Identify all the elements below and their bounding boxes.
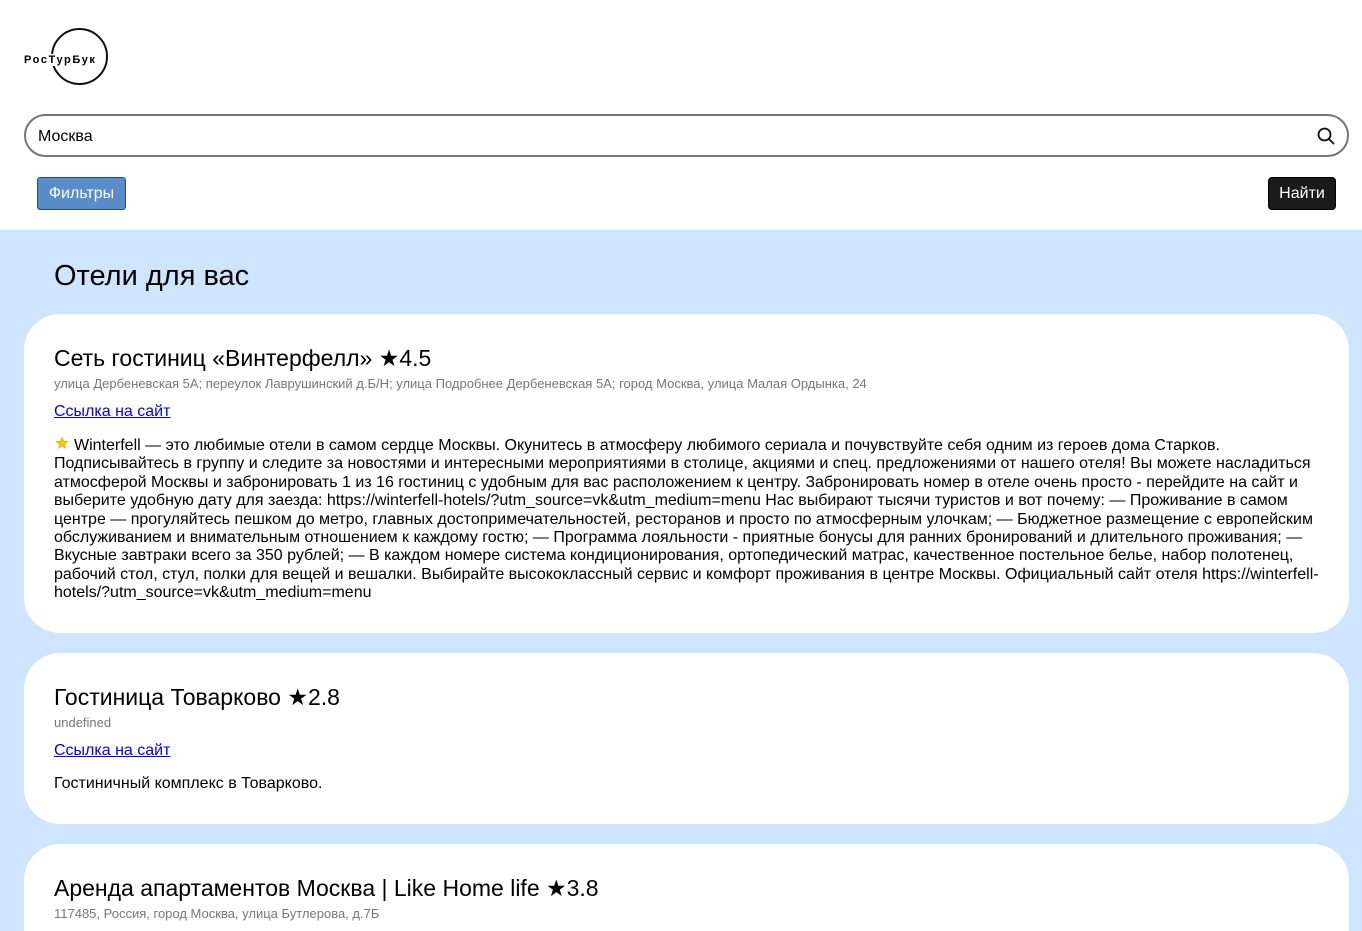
search-input[interactable]	[36, 116, 1310, 157]
hotel-description-text: Winterfell — это любимые отели в самом с…	[54, 437, 1319, 602]
star-icon	[55, 436, 69, 449]
hotel-website-link[interactable]: Ссылка на сайт	[54, 741, 170, 761]
logo[interactable]: РосТурБук	[23, 28, 108, 90]
section-title: Отели для вас	[54, 260, 250, 292]
hotel-website-link[interactable]: Ссылка на сайт	[54, 402, 170, 422]
hotel-name: Гостиница Товарково ★2.8	[54, 684, 340, 710]
search-bar	[24, 114, 1349, 157]
hotel-card: Аренда апартаментов Москва | Like Home l…	[24, 844, 1349, 931]
hotel-description: Winterfell — это любимые отели в самом с…	[54, 436, 1319, 603]
hotel-address: undefined	[54, 715, 112, 730]
logo-text: РосТурБук	[24, 54, 98, 66]
find-button[interactable]: Найти	[1268, 177, 1336, 210]
hotel-name: Аренда апартаментов Москва | Like Home l…	[54, 875, 599, 901]
header: РосТурБук Фильтры Найти	[0, 0, 1362, 230]
hotel-name: Сеть гостиниц «Винтерфелл» ★4.5	[54, 345, 432, 371]
hotel-description: Гостиничный комплекс в Товарково.	[54, 775, 323, 792]
search-icon[interactable]	[1317, 127, 1335, 145]
hotel-address: улица Дербеневская 5А; переулок Лаврушин…	[54, 376, 867, 391]
hotel-address: 117485, Россия, город Москва, улица Бутл…	[54, 906, 380, 921]
hotel-card: Гостиница Товарково ★2.8 undefined Ссылк…	[24, 653, 1349, 824]
results-section: Отели для вас Сеть гостиниц «Винтерфелл»…	[0, 230, 1362, 931]
filters-button[interactable]: Фильтры	[37, 177, 126, 210]
hotel-card: Сеть гостиниц «Винтерфелл» ★4.5 улица Де…	[24, 314, 1349, 633]
